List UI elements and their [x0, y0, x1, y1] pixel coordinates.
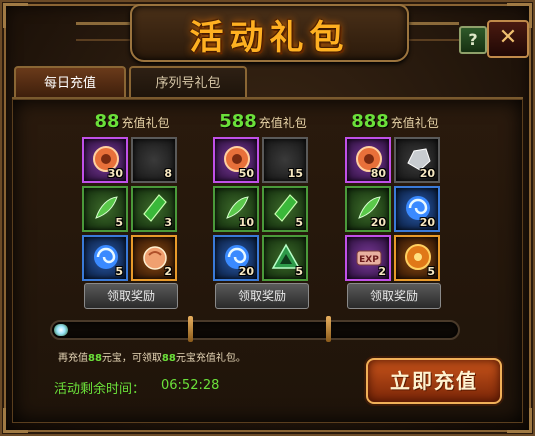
hint-pack-amount: 88 — [161, 353, 176, 364]
reward-slot[interactable]: 20 — [394, 137, 440, 183]
package-amount: 888 — [351, 111, 389, 132]
progress-milestone-marker — [188, 316, 193, 342]
claim-reward-button[interactable]: 领取奖励 — [84, 283, 178, 309]
reward-slot[interactable]: 50 — [213, 137, 259, 183]
reward-slot[interactable]: 3 — [131, 186, 177, 232]
reward-count: 20 — [238, 265, 254, 278]
reward-slot[interactable]: 20 — [213, 235, 259, 281]
reward-slot[interactable]: EXP 2 — [345, 235, 391, 281]
reward-count: 5 — [427, 265, 435, 278]
hint-amount: 88 — [88, 353, 102, 364]
reward-count: 50 — [238, 167, 254, 180]
reward-count: 5 — [295, 265, 303, 278]
reward-slot[interactable]: 10 — [213, 186, 259, 232]
package-amount: 88 — [94, 111, 120, 132]
progress-milestone-marker — [326, 316, 331, 342]
reward-slot[interactable]: 20 — [394, 186, 440, 232]
recharge-progress-bar — [50, 316, 460, 342]
timer-value: 06:52:28 — [161, 378, 220, 393]
reward-count: 5 — [295, 216, 303, 229]
window-title: 活动礼包 — [189, 18, 350, 58]
reward-count: 2 — [164, 265, 172, 278]
reward-slot[interactable]: 20 — [345, 186, 391, 232]
reward-slot[interactable]: 30 — [82, 137, 128, 183]
package-label: 充值礼包 — [390, 116, 439, 130]
help-button[interactable]: ? — [459, 26, 487, 54]
svg-text:EXP: EXP — [359, 255, 379, 265]
tab-serial-code-gift[interactable]: 序列号礼包 — [129, 66, 247, 100]
reward-count: 20 — [370, 216, 386, 229]
reward-slot[interactable]: 5 — [394, 235, 440, 281]
hint-middle: 元宝，可领取 — [101, 353, 162, 364]
reward-count: 5 — [115, 216, 123, 229]
timer-label: 活动剩余时间： — [54, 382, 146, 397]
package-title: 888 充值礼包 — [345, 111, 445, 137]
reward-slot[interactable]: 5 — [262, 235, 308, 281]
recharge-package: 588 充值礼包 50 15 10 5 20 5 领取奖励 — [213, 111, 313, 309]
title-plate: 活动礼包 — [130, 4, 409, 62]
package-label: 充值礼包 — [258, 116, 307, 130]
reward-count: 2 — [378, 265, 386, 278]
claim-reward-button[interactable]: 领取奖励 — [215, 283, 309, 309]
package-label: 充值礼包 — [121, 116, 170, 130]
gift-pack-window: 活动礼包 ? ✕ 每日充值 序列号礼包 88 充值礼包 30 8 5 3 5 2 领取奖励 588… — [0, 0, 535, 436]
tab-daily-recharge[interactable]: 每日充值 — [14, 66, 126, 100]
recharge-now-button[interactable]: 立即充值 — [366, 358, 502, 404]
reward-grid: 80 20 20 20 EXP 2 5 — [345, 137, 443, 283]
reward-count: 20 — [419, 216, 435, 229]
frame-corner-ornament — [3, 3, 28, 28]
claim-reward-button[interactable]: 领取奖励 — [347, 283, 441, 309]
reward-grid: 50 15 10 5 20 5 — [213, 137, 311, 283]
package-amount: 588 — [219, 111, 257, 132]
progress-fill — [54, 324, 68, 336]
reward-count: 80 — [370, 167, 386, 180]
reward-grid: 30 8 5 3 5 2 — [82, 137, 180, 283]
reward-count: 5 — [115, 265, 123, 278]
reward-count: 10 — [238, 216, 254, 229]
reward-count: 30 — [107, 167, 123, 180]
reward-slot[interactable]: 5 — [82, 186, 128, 232]
close-button[interactable]: ✕ — [487, 20, 529, 58]
reward-count: 20 — [419, 167, 435, 180]
recharge-package: 888 充值礼包 80 20 20 20 EXP 2 5 领取奖励 — [345, 111, 445, 309]
reward-slot[interactable]: 2 — [131, 235, 177, 281]
recharge-package: 88 充值礼包 30 8 5 3 5 2 领取奖励 — [82, 111, 182, 309]
hint-suffix: 元宝充值礼包。 — [175, 353, 246, 364]
reward-slot[interactable]: 8 — [131, 137, 177, 183]
reward-slot[interactable]: 15 — [262, 137, 308, 183]
reward-slot[interactable]: 5 — [82, 235, 128, 281]
reward-count: 15 — [287, 167, 303, 180]
hint-prefix: 再充值 — [58, 353, 88, 364]
reward-count: 3 — [164, 216, 172, 229]
package-title: 88 充值礼包 — [82, 111, 182, 137]
package-title: 588 充值礼包 — [213, 111, 313, 137]
reward-count: 8 — [164, 167, 172, 180]
reward-slot[interactable]: 5 — [262, 186, 308, 232]
recharge-hint: 再充值88元宝，可领取88元宝充值礼包。 — [58, 349, 246, 364]
reward-slot[interactable]: 80 — [345, 137, 391, 183]
